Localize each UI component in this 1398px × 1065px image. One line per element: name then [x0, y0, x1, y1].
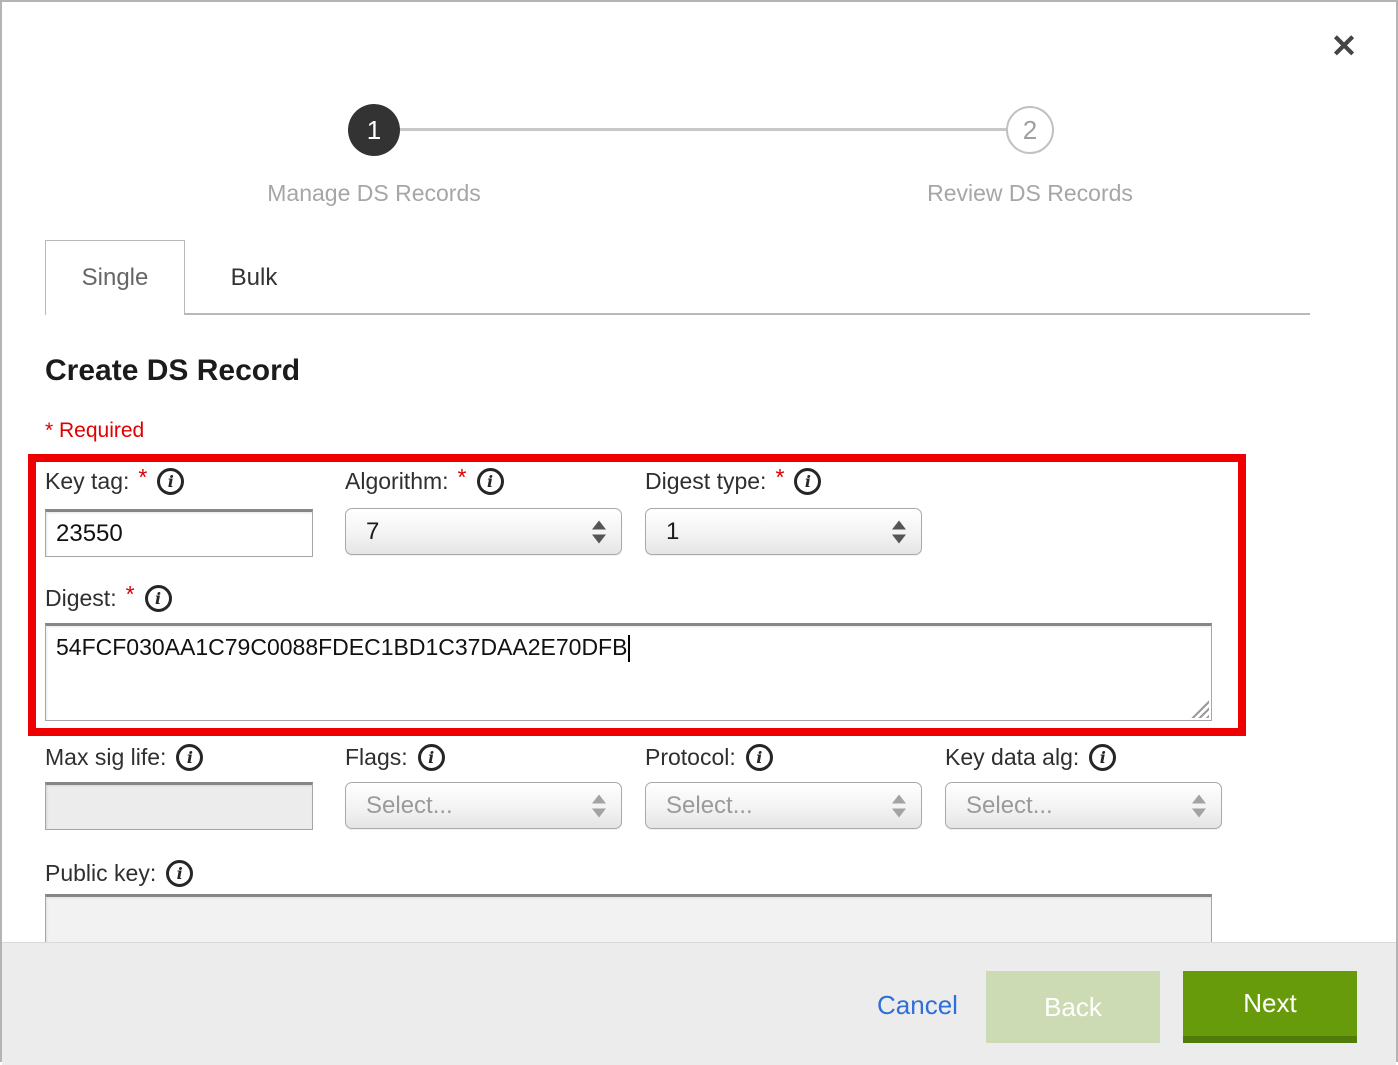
- select-arrows-icon: [592, 520, 606, 543]
- algorithm-label: Algorithm: * i: [345, 468, 504, 495]
- key-data-alg-label: Key data alg: i: [945, 744, 1116, 771]
- tab-single[interactable]: Single: [45, 240, 185, 315]
- flags-select[interactable]: Select...: [345, 782, 622, 829]
- flags-label: Flags: i: [345, 744, 445, 771]
- info-icon[interactable]: i: [418, 744, 445, 771]
- digest-type-label-text: Digest type:: [645, 468, 766, 495]
- required-asterisk: *: [458, 464, 467, 491]
- digest-type-select-value: 1: [666, 518, 679, 546]
- flags-label-text: Flags:: [345, 744, 408, 771]
- info-glyph: i: [428, 750, 434, 766]
- info-icon[interactable]: i: [746, 744, 773, 771]
- digest-type-select[interactable]: 1: [645, 508, 922, 555]
- info-glyph: i: [487, 474, 493, 490]
- info-glyph: i: [187, 750, 193, 766]
- protocol-select-value: Select...: [666, 792, 753, 820]
- create-ds-record-modal: { "modal": { "title": "Create DS Record"…: [0, 0, 1398, 1062]
- info-glyph: i: [756, 750, 762, 766]
- digest-textarea-value: 54FCF030AA1C79C0088FDEC1BD1C37DAA2E70DFB: [56, 634, 627, 660]
- select-arrows-icon: [1192, 794, 1206, 817]
- info-glyph: i: [177, 866, 183, 882]
- key-data-alg-select[interactable]: Select...: [945, 782, 1222, 829]
- info-icon[interactable]: i: [477, 468, 504, 495]
- stepper-step-2-circle: 2: [1006, 106, 1054, 154]
- required-asterisk: *: [126, 581, 135, 608]
- max-sig-life-input[interactable]: [45, 782, 313, 830]
- info-icon[interactable]: i: [145, 585, 172, 612]
- algorithm-select[interactable]: 7: [345, 508, 622, 555]
- protocol-label: Protocol: i: [645, 744, 773, 771]
- select-arrows-icon: [592, 794, 606, 817]
- algorithm-label-text: Algorithm:: [345, 468, 449, 495]
- info-glyph: i: [155, 591, 161, 607]
- public-key-label-text: Public key:: [45, 860, 156, 887]
- next-button[interactable]: Next: [1183, 971, 1357, 1043]
- stepper-step-1-circle: 1: [348, 104, 400, 156]
- info-glyph: i: [168, 474, 174, 490]
- back-button[interactable]: Back: [986, 971, 1160, 1043]
- required-note: * Required: [45, 419, 144, 443]
- protocol-label-text: Protocol:: [645, 744, 736, 771]
- info-icon[interactable]: i: [166, 860, 193, 887]
- required-asterisk: *: [775, 464, 784, 491]
- digest-type-label: Digest type: * i: [645, 468, 821, 495]
- stepper-step-1-label: Manage DS Records: [267, 180, 481, 207]
- info-glyph: i: [805, 474, 811, 490]
- protocol-select[interactable]: Select...: [645, 782, 922, 829]
- info-icon[interactable]: i: [794, 468, 821, 495]
- cancel-button[interactable]: Cancel: [877, 990, 958, 1021]
- key-data-alg-label-text: Key data alg:: [945, 744, 1079, 771]
- flags-select-value: Select...: [366, 792, 453, 820]
- public-key-label: Public key: i: [45, 860, 193, 887]
- info-icon[interactable]: i: [157, 468, 184, 495]
- max-sig-life-label: Max sig life: i: [45, 744, 203, 771]
- algorithm-select-value: 7: [366, 518, 379, 546]
- info-glyph: i: [1100, 750, 1106, 766]
- close-icon[interactable]: ✕: [1324, 26, 1364, 66]
- required-asterisk: *: [138, 464, 147, 491]
- select-arrows-icon: [892, 520, 906, 543]
- digest-label-text: Digest:: [45, 585, 117, 612]
- stepper-connector-line: [394, 128, 1012, 131]
- key-data-alg-select-value: Select...: [966, 792, 1053, 820]
- resize-handle[interactable]: [1191, 700, 1209, 718]
- key-tag-label-text: Key tag:: [45, 468, 129, 495]
- key-tag-label: Key tag: * i: [45, 468, 184, 495]
- select-arrows-icon: [892, 794, 906, 817]
- tab-bulk[interactable]: Bulk: [186, 240, 322, 315]
- key-tag-input[interactable]: [45, 509, 313, 557]
- stepper-step-2-label: Review DS Records: [927, 180, 1133, 207]
- text-caret: [628, 635, 630, 662]
- digest-textarea[interactable]: 54FCF030AA1C79C0088FDEC1BD1C37DAA2E70DFB: [45, 623, 1212, 721]
- digest-label: Digest: * i: [45, 585, 172, 612]
- max-sig-life-label-text: Max sig life:: [45, 744, 166, 771]
- info-icon[interactable]: i: [176, 744, 203, 771]
- page-title: Create DS Record: [45, 354, 300, 388]
- info-icon[interactable]: i: [1089, 744, 1116, 771]
